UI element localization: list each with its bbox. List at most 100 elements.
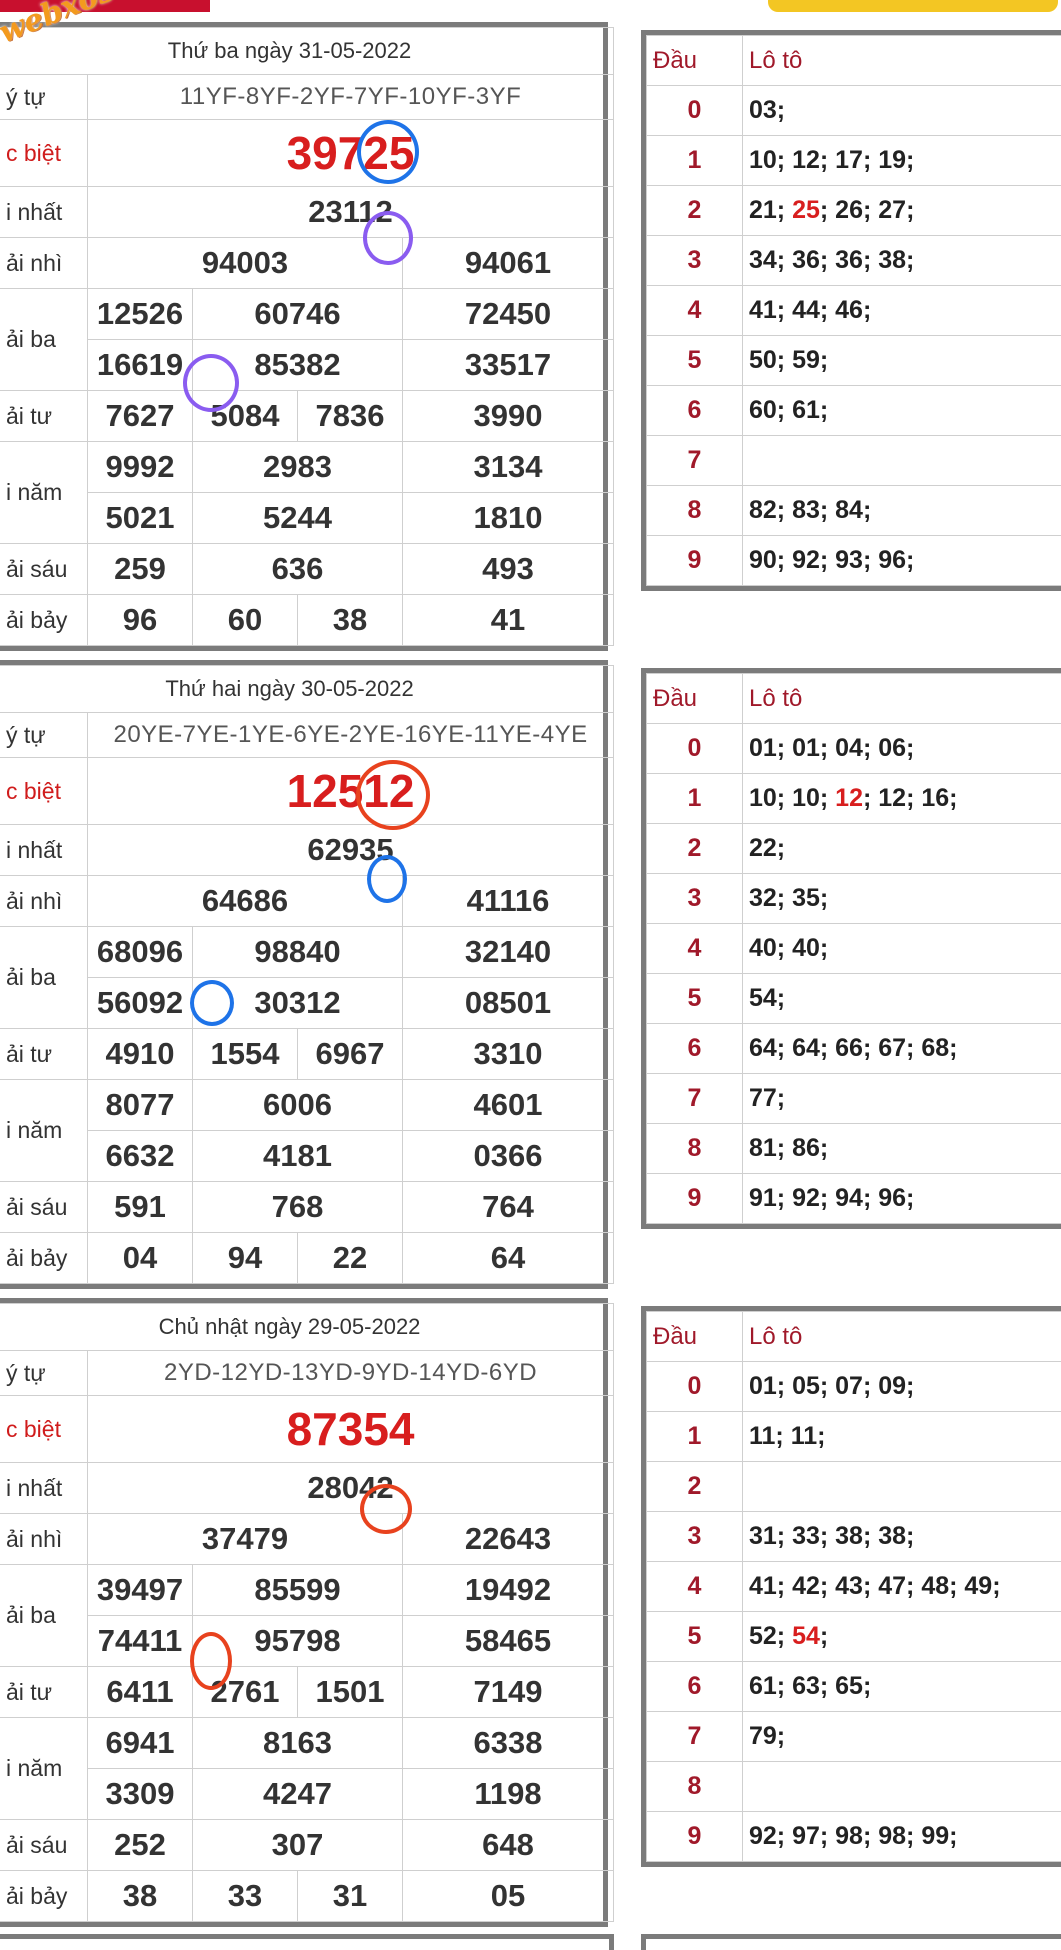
loto-values: 01; 05; 07; 09; — [742, 1361, 1061, 1412]
loto-head-digit: 2 — [646, 823, 743, 874]
seventh-prize-number: 94 — [192, 1232, 298, 1284]
lottery-result-table: Thứ ba ngày 31-05-2022 ý tự 11YF-8YF-2YF-7… — [0, 22, 615, 651]
fifth-prize-number: 6632 — [87, 1130, 193, 1182]
fourth-prize-number: 7627 — [87, 390, 193, 442]
loto-row: 1 10; 10; 12; 12; 16; — [646, 773, 1061, 824]
third-prize-number: 39497 — [87, 1564, 193, 1616]
loto-head-digit: 6 — [646, 1023, 743, 1074]
loto-row: 6 64; 64; 66; 67; 68; — [646, 1023, 1061, 1074]
fifth-prize-number: 5021 — [87, 492, 193, 544]
loto-values: 60; 61; — [742, 385, 1061, 436]
loto-values — [742, 1461, 1061, 1512]
draw-code: 2YD-12YD-13YD-9YD-14YD-6YD — [86, 1350, 615, 1396]
draw-code: 11YF-8YF-2YF-7YF-10YF-3YF — [86, 74, 615, 120]
second-prize-number: 94061 — [401, 237, 615, 289]
prize-label-first: i nhất — [0, 1462, 88, 1514]
first-prize-number: 62935 — [86, 824, 615, 876]
second-prize-number: 94003 — [87, 237, 403, 289]
fourth-prize-number: 7836 — [297, 390, 403, 442]
header-yellow-button[interactable] — [768, 0, 1058, 12]
fifth-prize-number: 4601 — [401, 1079, 615, 1131]
prize-label-seventh: ải bảy — [0, 594, 88, 646]
loto-table: Đầu Lô tô 0 01; 01; 04; 06; 1 10; 10; 12; 12;… — [641, 668, 1061, 1229]
fifth-prize-number: 9992 — [87, 441, 193, 493]
third-prize-number: 30312 — [192, 977, 403, 1029]
loto-values: 54; — [742, 973, 1061, 1024]
draw-code: 20YE-7YE-1YE-6YE-2YE-16YE-11YE-4YE — [86, 712, 615, 758]
loto-head-digit: 0 — [646, 85, 743, 136]
third-prize-number: 16619 — [87, 339, 193, 391]
fifth-prize-number: 4247 — [192, 1768, 403, 1820]
loto-values: 34; 36; 36; 38; — [742, 235, 1061, 286]
sixth-prize-number: 768 — [192, 1181, 403, 1233]
fifth-prize-number: 3134 — [401, 441, 615, 493]
loto-row: 9 91; 92; 94; 96; — [646, 1173, 1061, 1224]
loto-head-digit: 5 — [646, 973, 743, 1024]
loto-special-highlight: 12 — [835, 784, 863, 812]
loto-head-digit: 7 — [646, 1711, 743, 1762]
prize-label-fourth: ải tư — [0, 390, 88, 442]
special-prize-number: 87354 — [86, 1395, 615, 1463]
third-prize-number: 74411 — [87, 1615, 193, 1667]
seventh-prize-number: 41 — [401, 594, 615, 646]
loto-row: 4 40; 40; — [646, 923, 1061, 974]
third-prize-number: 85599 — [192, 1564, 403, 1616]
loto-row: 7 79; — [646, 1711, 1061, 1762]
loto-values: 32; 35; — [742, 873, 1061, 924]
loto-values: 79; — [742, 1711, 1061, 1762]
prize-label-sixth: ải sáu — [0, 1181, 88, 1233]
third-prize-number: 98840 — [192, 926, 403, 978]
fifth-prize-number: 3309 — [87, 1768, 193, 1820]
loto-values: 92; 97; 98; 98; 99; — [742, 1811, 1061, 1862]
prize-label-code: ý tự — [0, 74, 88, 120]
draw-date: Thứ hai ngày 30-05-2022 — [0, 665, 615, 713]
loto-value-text: 21; — [749, 196, 793, 224]
fifth-prize-number: 6941 — [87, 1717, 193, 1769]
next-result-table-edge — [0, 1934, 614, 1950]
loto-value-text: ; 26; 27; — [819, 196, 915, 224]
third-prize-number: 95798 — [192, 1615, 403, 1667]
lottery-result-table: Thứ hai ngày 30-05-2022 ý tự 20YE-7YE-1YE-… — [0, 660, 615, 1289]
loto-head-digit: 1 — [646, 135, 743, 186]
loto-row: 4 41; 42; 43; 47; 48; 49; — [646, 1561, 1061, 1612]
sixth-prize-number: 307 — [192, 1819, 403, 1871]
loto-values: 40; 40; — [742, 923, 1061, 974]
prize-label-special: c biệt — [0, 757, 88, 825]
loto-values: 64; 64; 66; 67; 68; — [742, 1023, 1061, 1074]
fourth-prize-number: 1501 — [297, 1666, 403, 1718]
loto-head-digit: 3 — [646, 1511, 743, 1562]
fifth-prize-number: 1198 — [401, 1768, 615, 1820]
loto-values: 10; 10; 12; 12; 16; — [742, 773, 1061, 824]
fourth-prize-number: 4910 — [87, 1028, 193, 1080]
loto-head-digit: 0 — [646, 723, 743, 774]
loto-header-dau: Đầu — [646, 1311, 743, 1362]
seventh-prize-number: 96 — [87, 594, 193, 646]
loto-value-text: ; — [819, 1622, 829, 1650]
loto-head-digit: 8 — [646, 485, 743, 536]
third-prize-number: 32140 — [401, 926, 615, 978]
loto-row: 7 77; — [646, 1073, 1061, 1124]
loto-head-digit: 7 — [646, 1073, 743, 1124]
loto-value-text: ; 12; 16; — [862, 784, 958, 812]
second-prize-number: 41116 — [401, 875, 615, 927]
loto-values: 82; 83; 84; — [742, 485, 1061, 536]
prize-label-fifth: i năm — [0, 1717, 88, 1820]
loto-head-digit: 8 — [646, 1123, 743, 1174]
loto-row: 0 01; 01; 04; 06; — [646, 723, 1061, 774]
third-prize-number: 19492 — [401, 1564, 615, 1616]
loto-head-digit: 7 — [646, 435, 743, 486]
fourth-prize-number: 3990 — [401, 390, 615, 442]
loto-values: 77; — [742, 1073, 1061, 1124]
fourth-prize-number: 6411 — [87, 1666, 193, 1718]
seventh-prize-number: 38 — [87, 1870, 193, 1922]
prize-label-sixth: ải sáu — [0, 543, 88, 595]
loto-values: 91; 92; 94; 96; — [742, 1173, 1061, 1224]
prize-label-third: ải ba — [0, 288, 88, 391]
fifth-prize-number: 2983 — [192, 441, 403, 493]
loto-row: 3 31; 33; 38; 38; — [646, 1511, 1061, 1562]
loto-head-digit: 8 — [646, 1761, 743, 1812]
loto-row: 2 22; — [646, 823, 1061, 874]
sixth-prize-number: 259 — [87, 543, 193, 595]
fourth-prize-number: 1554 — [192, 1028, 298, 1080]
loto-values: 41; 44; 46; — [742, 285, 1061, 336]
